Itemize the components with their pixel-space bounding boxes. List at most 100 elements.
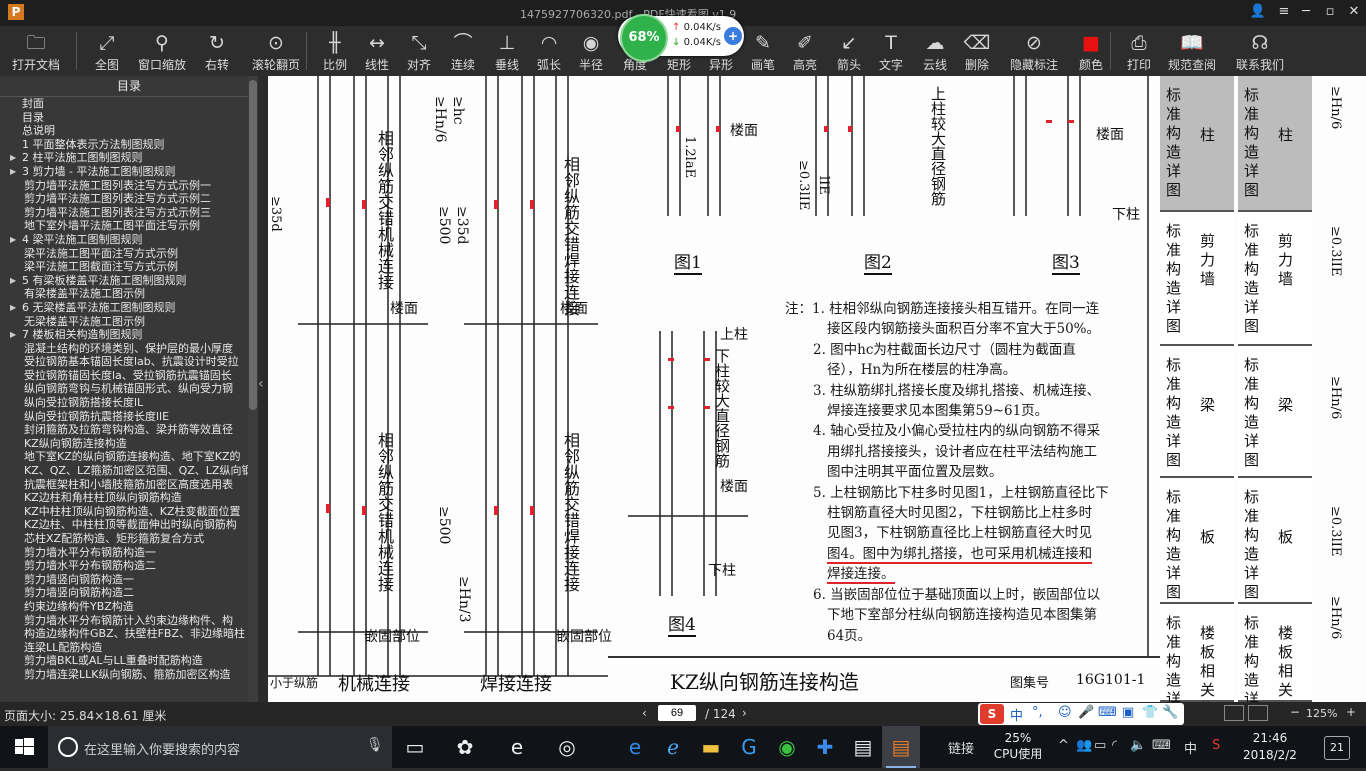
toc-scrollbar-thumb[interactable] <box>249 80 257 410</box>
tool-arrow-button[interactable]: ↙ 箭头 <box>832 26 866 76</box>
toolbox-icon[interactable]: ▣ <box>1122 705 1134 720</box>
tool-printer-button[interactable]: ⎙ 打印 <box>1122 26 1156 76</box>
keyboard-icon[interactable]: ⌨ <box>1152 738 1171 753</box>
microphone-icon[interactable]: 🎙 <box>366 737 384 753</box>
single-page-view-icon[interactable] <box>1224 705 1244 721</box>
toc-item[interactable]: 剪力墙水平分布钢筋构造二 <box>0 559 258 573</box>
expand-arrow-icon[interactable]: ▶ <box>10 151 16 165</box>
keyboard-icon[interactable]: ⌨ <box>1098 705 1117 720</box>
toc-item[interactable]: ▶ 3 剪力墙 - 平法施工图制图规则 <box>0 165 258 179</box>
expand-arrow-icon[interactable]: ▶ <box>10 274 16 288</box>
chevron-up-icon[interactable]: ^ <box>1058 738 1069 753</box>
page-number-input[interactable] <box>658 705 696 721</box>
toc-item[interactable]: KZ中柱柱顶纵向钢筋构造、KZ柱变截面位置 <box>0 505 258 519</box>
spiral-app-icon[interactable]: ◎ <box>548 726 586 768</box>
notes-app-icon[interactable]: ▤ <box>844 726 882 768</box>
toc-item[interactable]: 剪力墙水平分布钢筋计入约束边缘构件、构 <box>0 614 258 628</box>
notification-center-icon[interactable]: 21 <box>1324 736 1350 760</box>
edge-blue-icon[interactable]: e <box>616 726 654 768</box>
remote-app-icon[interactable]: ✚ <box>806 726 844 768</box>
toc-item[interactable]: 连梁LL配筋构造 <box>0 641 258 655</box>
skin-icon[interactable]: 👕 <box>1142 705 1158 720</box>
toc-item[interactable]: 芯柱XZ配筋构造、矩形箍筋复合方式 <box>0 532 258 546</box>
toc-item[interactable]: 约束边缘构件YBZ构造 <box>0 600 258 614</box>
edge-browser-icon[interactable]: e <box>498 726 536 768</box>
green-app-icon[interactable]: ◉ <box>768 726 806 768</box>
toc-item[interactable]: ▶ 4 梁平法施工图制图规则 <box>0 233 258 247</box>
tool-radius-button[interactable]: ◉ 半径 <box>574 26 608 76</box>
tool-fullscreen-button[interactable]: ⤢ 全图 <box>90 26 124 76</box>
toc-item[interactable]: 封闭箍筋及拉筋弯钩构造、梁并筋等效直径 <box>0 423 258 437</box>
toc-item[interactable]: ▶ 5 有梁板楼盖平法施工图制图规则 <box>0 274 258 288</box>
toc-item[interactable]: 剪力墙平法施工图列表注写方式示例三 <box>0 206 258 220</box>
toc-item[interactable]: 受拉钢筋锚固长度la、受拉钢筋抗震锚固长 <box>0 369 258 383</box>
highlight-annotation[interactable]: 图4。图中为绑扎搭接，也可采用机械连接和 <box>827 545 1093 564</box>
prev-page-icon[interactable]: ‹ <box>642 706 647 720</box>
tool-continuous-measure-button[interactable]: ⌒ 连续 <box>446 26 480 76</box>
cpu-usage[interactable]: 25% CPU使用 <box>990 730 1046 762</box>
network-speed-widget[interactable]: 68% 0.04K/s 0.04K/s + <box>618 14 744 62</box>
user-icon[interactable]: 👤 <box>1248 3 1268 21</box>
next-page-icon[interactable]: › <box>742 706 747 720</box>
highlight-annotation[interactable]: 焊接连接。 <box>827 566 895 585</box>
close-button[interactable]: ✕ <box>1344 3 1364 21</box>
toc-item[interactable]: 构造边缘构件GBZ、扶壁柱FBZ、非边缘暗柱 <box>0 627 258 641</box>
tool-folder-button[interactable]: 🗀 打开文档 <box>8 26 64 76</box>
tool-text-button[interactable]: T 文字 <box>874 26 908 76</box>
zoom-out-icon[interactable]: − <box>1290 705 1300 719</box>
toc-item[interactable]: 剪力墙竖向钢筋构造二 <box>0 586 258 600</box>
ie-browser-icon[interactable]: ℯ <box>654 726 692 768</box>
toc-item[interactable]: 纵向受拉钢筋抗震搭接长度llE <box>0 410 258 424</box>
tool-mouse-wheel-button[interactable]: ⊙ 滚轮翻页 <box>248 26 304 76</box>
minimize-button[interactable]: ─ <box>1296 3 1316 21</box>
view-mode-buttons[interactable] <box>1224 705 1268 721</box>
ime-indicator[interactable]: 中 <box>1184 738 1197 757</box>
sogou-logo-icon[interactable]: S <box>980 704 1004 724</box>
pdf-viewer-taskbar-icon[interactable]: ▤ <box>882 726 920 768</box>
expand-arrow-icon[interactable]: ▶ <box>10 301 16 315</box>
expand-arrow-icon[interactable]: ▶ <box>10 165 16 179</box>
toc-item[interactable]: 总说明 <box>0 124 258 138</box>
toc-item[interactable]: KZ边柱和角柱柱顶纵向钢筋构造 <box>0 491 258 505</box>
toc-item[interactable]: 封面 <box>0 97 258 111</box>
tool-eye-hide-button[interactable]: ⊘ 隐藏标注 <box>1006 26 1062 76</box>
toc-item[interactable]: 纵向受拉钢筋搭接长度lL <box>0 396 258 410</box>
emoji-icon[interactable]: ☺ <box>1058 705 1072 720</box>
tool-brush-button[interactable]: ✎ 画笔 <box>746 26 780 76</box>
toc-item[interactable]: 地下室KZ的纵向钢筋连接构造、地下室KZ的 <box>0 450 258 464</box>
ime-toolbar[interactable]: S 中 °, ☺ 🎤 ⌨ ▣ 👕 🔧 <box>978 703 1184 725</box>
menu-icon[interactable]: ≡ <box>1274 3 1294 21</box>
toc-item[interactable]: 梁平法施工图截面注写方式示例 <box>0 260 258 274</box>
toc-item[interactable]: 剪力墙竖向钢筋构造一 <box>0 573 258 587</box>
toc-item[interactable]: 梁平法施工图平面注写方式示例 <box>0 247 258 261</box>
pinwheel-app-icon[interactable]: ✿ <box>446 726 484 768</box>
toc-item[interactable]: 剪力墙平法施工图列表注写方式示例一 <box>0 179 258 193</box>
ime-language[interactable]: 中 <box>1010 705 1023 724</box>
expand-arrow-icon[interactable]: ▶ <box>10 233 16 247</box>
sidebar-collapse-button[interactable]: ‹ <box>258 76 268 702</box>
toc-item[interactable]: 受拉钢筋基本锚固长度lab、抗震设计时受拉 <box>0 355 258 369</box>
zoom-level[interactable]: 125% <box>1306 707 1337 720</box>
toc-item[interactable]: 抗震框架柱和小墙肢箍筋加密区高度选用表 <box>0 478 258 492</box>
toc-item[interactable]: 剪力墙平法施工图列表注写方式示例二 <box>0 192 258 206</box>
people-icon[interactable]: 👥 <box>1076 738 1092 753</box>
toc-item[interactable]: 剪力墙水平分布钢筋构造一 <box>0 546 258 560</box>
toc-item[interactable]: KZ、QZ、LZ箍筋加密区范围、QZ、LZ纵向钢 <box>0 464 258 478</box>
expand-arrow-icon[interactable]: ▶ <box>10 328 16 342</box>
file-explorer-icon[interactable]: ▬ <box>692 726 730 768</box>
tool-eraser-button[interactable]: ⌫ 删除 <box>960 26 994 76</box>
toc-scrollbar[interactable] <box>248 76 258 702</box>
toc-item[interactable]: 地下室外墙平法施工图平面注写示例 <box>0 219 258 233</box>
battery-icon[interactable]: ▭ <box>1094 738 1106 753</box>
settings-wrench-icon[interactable]: 🔧 <box>1162 705 1178 720</box>
tool-arc-length-button[interactable]: ◠ 弧长 <box>532 26 566 76</box>
link-label[interactable]: 链接 <box>948 738 974 757</box>
toc-item[interactable]: 剪力墙连梁LLK纵向钢筋、箍筋加密区构造 <box>0 668 258 682</box>
double-page-view-icon[interactable] <box>1248 705 1268 721</box>
task-view-icon[interactable]: ▭ <box>396 726 434 768</box>
toc-item[interactable]: KZ边柱、中柱柱顶等截面伸出时纵向钢筋构 <box>0 518 258 532</box>
toc-item[interactable]: KZ纵向钢筋连接构造 <box>0 437 258 451</box>
punctuation-icon[interactable]: °, <box>1032 705 1043 720</box>
toc-item[interactable]: 剪力墙BKL或AL与LL重叠时配筋构造 <box>0 654 258 668</box>
toc-item[interactable]: ▶ 6 无梁楼盖平法施工图制图规则 <box>0 301 258 315</box>
